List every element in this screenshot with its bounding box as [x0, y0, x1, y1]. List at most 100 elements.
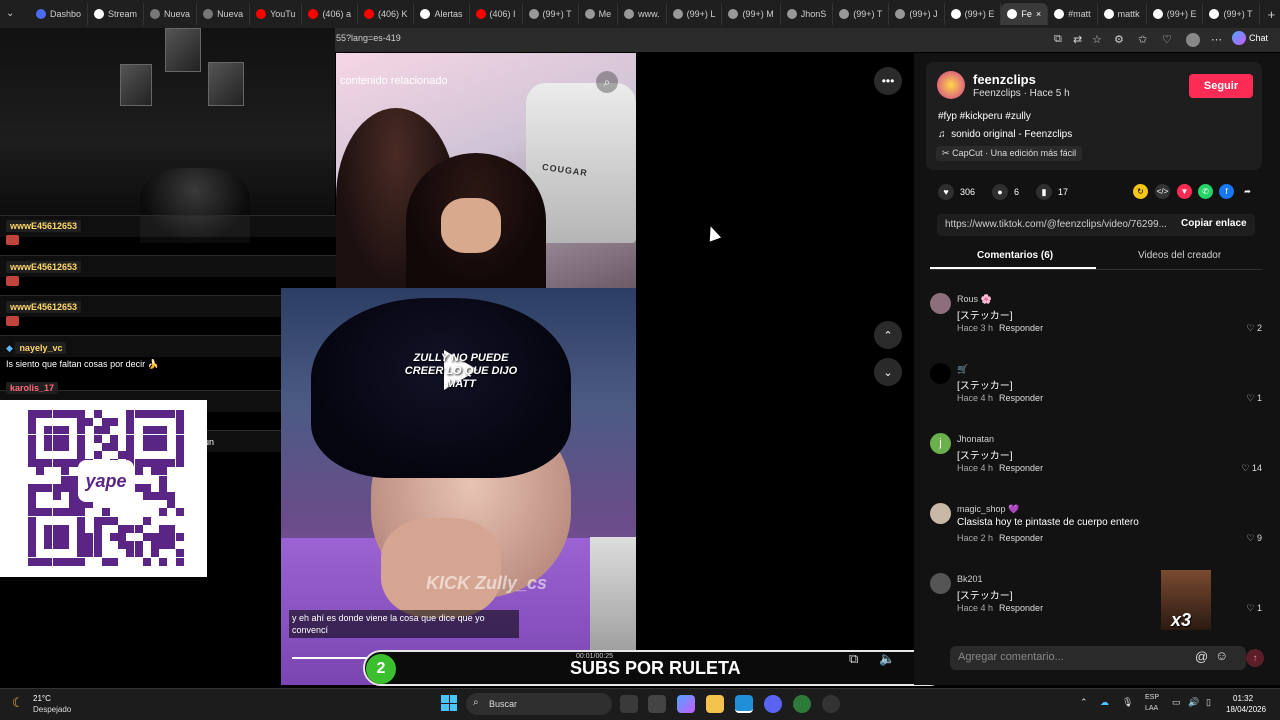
previous-video-icon[interactable]: ⌃: [874, 321, 902, 349]
emoji-icon[interactable]: ☺: [1215, 648, 1228, 663]
browser-tab[interactable]: (99+) E: [1147, 3, 1204, 25]
comment-avatar[interactable]: j: [930, 433, 951, 454]
store-icon[interactable]: [648, 695, 666, 713]
browser-tab[interactable]: (99+) J: [889, 3, 945, 25]
task-view-icon[interactable]: [620, 695, 638, 713]
browser-tab[interactable]: Me: [579, 3, 619, 25]
post-hashtags[interactable]: #fyp #kickperu #zully: [938, 111, 1031, 122]
browser-tab[interactable]: www.: [618, 3, 667, 25]
send-icon[interactable]: ▼: [1177, 184, 1192, 199]
discord-icon[interactable]: [764, 695, 782, 713]
clock-time[interactable]: 01:32: [1233, 694, 1253, 703]
tab-creator-videos[interactable]: Videos del creador: [1138, 250, 1221, 261]
send-comment-icon[interactable]: ↑: [1246, 649, 1264, 667]
windows-start-icon[interactable]: [441, 695, 457, 711]
reply-button[interactable]: Responder: [999, 463, 1043, 473]
repost-icon[interactable]: ↻: [1133, 184, 1148, 199]
obs-icon[interactable]: [822, 695, 840, 713]
creator-username[interactable]: feenzclips: [973, 72, 1036, 87]
reply-button[interactable]: Responder: [999, 393, 1043, 403]
browser-tab[interactable]: Fe ×: [1001, 3, 1049, 25]
comment-like[interactable]: ♡ 14: [1241, 463, 1262, 474]
open-in-app-icon[interactable]: ⧉: [1054, 33, 1062, 46]
comment-user[interactable]: Rous 🌸: [957, 294, 992, 305]
follow-button[interactable]: Seguir: [1189, 74, 1253, 98]
capcut-link[interactable]: ✂ CapCut · Una edición más fácil: [936, 146, 1083, 161]
browser-tab[interactable]: (99+) T: [1203, 3, 1260, 25]
comment-avatar[interactable]: [930, 573, 951, 594]
facebook-icon[interactable]: f: [1219, 184, 1234, 199]
browser-tab[interactable]: #matt: [1048, 3, 1098, 25]
comment-avatar[interactable]: [930, 293, 951, 314]
url-text[interactable]: 55?lang=es-419: [336, 33, 401, 43]
more-options-icon[interactable]: •••: [874, 67, 902, 95]
comment-user[interactable]: magic_shop 💜: [957, 504, 1019, 515]
browser-tab[interactable]: (406) K: [358, 3, 415, 25]
onedrive-icon[interactable]: ☁: [1100, 697, 1109, 708]
post-link-url[interactable]: https://www.tiktok.com/@feenzclips/video…: [945, 219, 1167, 230]
taskbar-search[interactable]: [466, 693, 612, 715]
browser-tab[interactable]: Dashbo: [30, 3, 89, 25]
copilot-app-icon[interactable]: [677, 695, 695, 713]
related-video-preview[interactable]: COUGAR: [336, 53, 636, 288]
browser-tab[interactable]: Alertas: [414, 3, 470, 25]
display-icon[interactable]: ▭: [1172, 697, 1181, 708]
browser-tab[interactable]: Nueva: [197, 3, 251, 25]
clock-date[interactable]: 18/04/2026: [1226, 705, 1266, 714]
copy-link-button[interactable]: Copiar enlace: [1181, 218, 1247, 229]
battery-icon[interactable]: ▯: [1206, 697, 1211, 708]
favorite-star-icon[interactable]: ☆: [1092, 33, 1102, 46]
comment-like[interactable]: ♡ 2: [1246, 323, 1262, 334]
creator-avatar[interactable]: [937, 71, 965, 99]
mini-player-icon[interactable]: ⧉: [849, 651, 858, 667]
browser-tab[interactable]: Stream: [88, 3, 145, 25]
copilot-chat-button[interactable]: Chat: [1232, 31, 1268, 45]
comment-like[interactable]: ♡ 9: [1246, 533, 1262, 544]
save-stat[interactable]: ▮ 17: [1036, 184, 1068, 200]
comment-like[interactable]: ♡ 1: [1246, 603, 1262, 614]
tab-comments[interactable]: Comentarios (6): [977, 250, 1053, 261]
moon-weather-icon[interactable]: ☾: [12, 695, 24, 711]
post-sound[interactable]: ♫ sonido original - Feenzclips: [938, 129, 1072, 140]
new-tab-button[interactable]: +: [1260, 7, 1280, 22]
comment-user[interactable]: 🛒: [957, 364, 968, 375]
more-menu-icon[interactable]: ⋯: [1211, 33, 1222, 46]
comment-like[interactable]: ♡ 1: [1246, 393, 1262, 404]
browser-tab[interactable]: (99+) L: [667, 3, 723, 25]
favorites-icon[interactable]: ✩: [1138, 33, 1147, 46]
translate-icon[interactable]: ⇄: [1073, 33, 1082, 46]
weather-temp[interactable]: 21°C: [33, 694, 51, 703]
browser-tab[interactable]: (99+) T: [523, 3, 579, 25]
language-bottom[interactable]: LAA: [1145, 705, 1158, 712]
reply-button[interactable]: Responder: [999, 603, 1043, 613]
app-icon[interactable]: [793, 695, 811, 713]
tab-list-chevron-icon[interactable]: ⌄: [6, 8, 14, 19]
comment-avatar[interactable]: [930, 363, 951, 384]
browser-tab[interactable]: (406) a: [302, 3, 358, 25]
browser-tab[interactable]: (99+) M: [722, 3, 781, 25]
tray-chevron-icon[interactable]: ⌃: [1080, 697, 1088, 708]
whatsapp-icon[interactable]: ✆: [1198, 184, 1213, 199]
reply-button[interactable]: Responder: [999, 533, 1043, 543]
share-arrow-icon[interactable]: ➦: [1240, 184, 1255, 199]
mention-icon[interactable]: @: [1195, 649, 1208, 664]
close-tab-icon[interactable]: ×: [1036, 9, 1041, 19]
extensions-icon[interactable]: ⚙: [1114, 33, 1124, 46]
profile-avatar-icon[interactable]: [1186, 33, 1200, 47]
embed-icon[interactable]: </>: [1155, 184, 1170, 199]
browser-tab[interactable]: (99+) E: [945, 3, 1002, 25]
microphone-icon[interactable]: 🎙: [1122, 697, 1133, 708]
language-top[interactable]: ESP: [1145, 694, 1159, 701]
comment-avatar[interactable]: [930, 503, 951, 524]
comment-user[interactable]: Bk201: [957, 574, 983, 584]
weather-desc[interactable]: Despejado: [33, 705, 71, 714]
like-stat[interactable]: ♥ 306: [938, 184, 975, 200]
next-video-icon[interactable]: ⌄: [874, 358, 902, 386]
browser-tab[interactable]: YouTu: [250, 3, 303, 25]
browser-tab[interactable]: JhonS: [781, 3, 834, 25]
reply-button[interactable]: Responder: [999, 323, 1043, 333]
file-explorer-icon[interactable]: [706, 695, 724, 713]
volume-icon[interactable]: 🔊: [1188, 697, 1199, 708]
main-video-player[interactable]: ZULLY NO PUEDE CREER LO QUE DIJO MATT KI…: [281, 288, 636, 685]
comment-stat[interactable]: ● 6: [992, 184, 1019, 200]
